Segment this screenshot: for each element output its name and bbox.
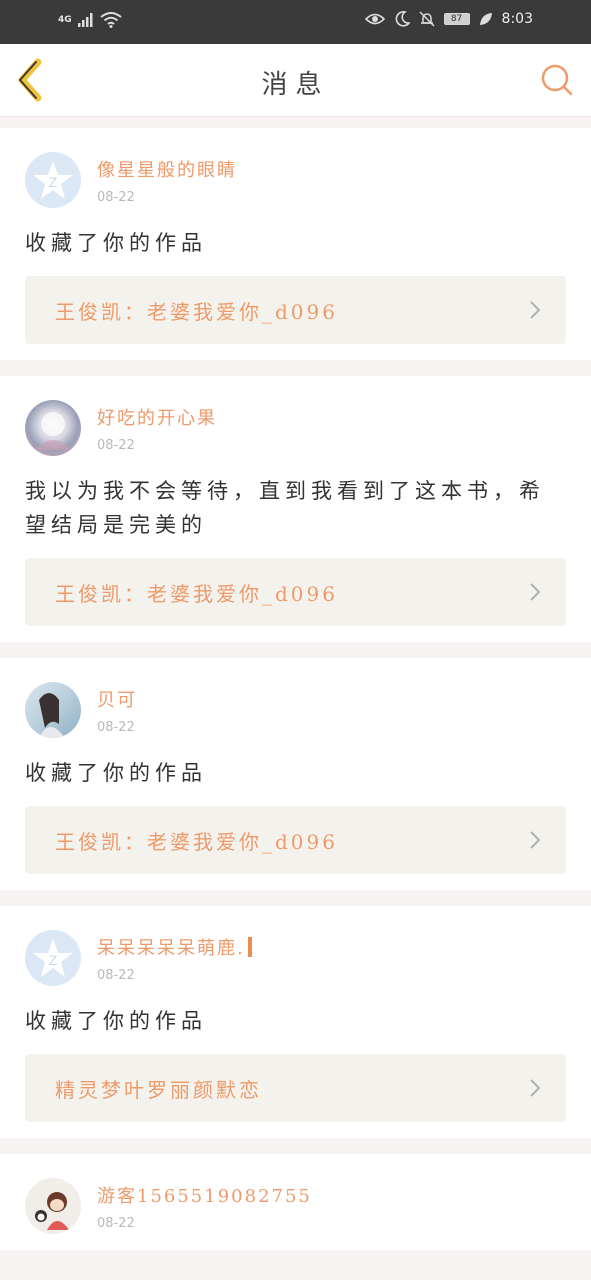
avatar[interactable]	[25, 1178, 81, 1234]
message-feed: Z 像星星般的眼睛 08-22 收藏了你的作品 王俊凯：老婆我爱你_d096 好…	[0, 128, 591, 1266]
bell-muted-icon	[419, 11, 435, 27]
message-date: 08-22	[97, 190, 135, 205]
user-meta: 像星星般的眼睛 08-22	[97, 152, 237, 205]
user-meta: 呆呆呆呆呆萌鹿. 08-22	[97, 930, 252, 983]
work-title: 王俊凯：老婆我爱你_d096	[55, 581, 338, 606]
avatar[interactable]: Z	[25, 152, 81, 208]
app-header: 消息	[0, 44, 591, 117]
avatar-photo-icon	[35, 1192, 69, 1230]
work-title: 精灵梦叶罗丽颜默恋	[55, 1077, 262, 1102]
user-meta: 好吃的开心果 08-22	[97, 400, 217, 453]
work-link[interactable]: 王俊凯：老婆我爱你_d096	[25, 806, 566, 874]
username[interactable]: 贝可	[97, 686, 137, 712]
user-row: 游客1565519082755 08-22	[25, 1178, 566, 1234]
chevron-right-icon	[530, 1079, 541, 1097]
message-card: Z 像星星般的眼睛 08-22 收藏了你的作品 王俊凯：老婆我爱你_d096	[0, 128, 591, 360]
message-text: 收藏了你的作品	[25, 1009, 207, 1033]
user-meta: 游客1565519082755 08-22	[97, 1178, 312, 1231]
message-date: 08-22	[97, 1216, 135, 1231]
work-link[interactable]: 精灵梦叶罗丽颜默恋	[25, 1054, 566, 1122]
default-avatar-star-icon: Z	[33, 161, 73, 199]
message-card: 好吃的开心果 08-22 我以为我不会等待，直到我看到了这本书，希望结局是完美的…	[0, 376, 591, 642]
status-right: 87 8:03	[364, 11, 533, 27]
text-cursor	[247, 937, 252, 957]
wifi-icon	[100, 12, 122, 28]
message-date: 08-22	[97, 968, 135, 983]
avatar[interactable]: Z	[25, 930, 81, 986]
message-text: 收藏了你的作品	[25, 231, 207, 255]
avatar[interactable]	[25, 400, 81, 456]
battery-level: 87	[450, 14, 463, 24]
eye-icon	[364, 13, 385, 25]
user-row: 贝可 08-22	[25, 682, 566, 738]
message-card: 游客1565519082755 08-22	[0, 1154, 591, 1250]
clock: 8:03	[501, 11, 533, 27]
username[interactable]: 好吃的开心果	[97, 404, 217, 430]
user-meta: 贝可 08-22	[97, 682, 137, 735]
work-link[interactable]: 王俊凯：老婆我爱你_d096	[25, 276, 566, 344]
status-left: 4G	[58, 12, 122, 28]
user-row: Z 像星星般的眼睛 08-22	[25, 152, 566, 208]
moon-icon	[395, 11, 410, 27]
svg-text:Z: Z	[49, 174, 58, 190]
work-title: 王俊凯：老婆我爱你_d096	[55, 829, 338, 854]
leaf-icon	[479, 13, 492, 25]
page-title: 消息	[261, 70, 330, 100]
message-card: Z 呆呆呆呆呆萌鹿. 08-22 收藏了你的作品 精灵梦叶罗丽颜默恋	[0, 906, 591, 1138]
work-link[interactable]: 王俊凯：老婆我爱你_d096	[25, 558, 566, 626]
user-row: Z 呆呆呆呆呆萌鹿. 08-22	[25, 930, 566, 986]
avatar[interactable]	[25, 682, 81, 738]
search-button[interactable]	[539, 62, 575, 98]
username[interactable]: 像星星般的眼睛	[97, 156, 237, 182]
message-card: 贝可 08-22 收藏了你的作品 王俊凯：老婆我爱你_d096	[0, 658, 591, 890]
username[interactable]: 呆呆呆呆呆萌鹿.	[97, 934, 252, 960]
username-text: 呆呆呆呆呆萌鹿.	[97, 938, 245, 959]
work-title: 王俊凯：老婆我爱你_d096	[55, 299, 338, 324]
chevron-right-icon	[530, 831, 541, 849]
network-type: 4G	[58, 15, 72, 25]
signal-icon	[77, 13, 93, 27]
chevron-right-icon	[530, 583, 541, 601]
battery-icon: 87	[443, 13, 470, 25]
message-date: 08-22	[97, 438, 135, 453]
message-text: 收藏了你的作品	[25, 761, 207, 785]
avatar-photo-icon	[35, 412, 71, 450]
svg-text:Z: Z	[49, 952, 58, 968]
message-date: 08-22	[97, 720, 135, 735]
default-avatar-star-icon: Z	[33, 939, 73, 977]
status-bar: 4G 87 8:03	[0, 0, 591, 44]
user-row: 好吃的开心果 08-22	[25, 400, 566, 456]
username[interactable]: 游客1565519082755	[97, 1182, 312, 1208]
chevron-right-icon	[530, 301, 541, 319]
message-text: 我以为我不会等待，直到我看到了这本书，希望结局是完美的	[25, 479, 545, 537]
avatar-photo-icon	[39, 693, 65, 738]
